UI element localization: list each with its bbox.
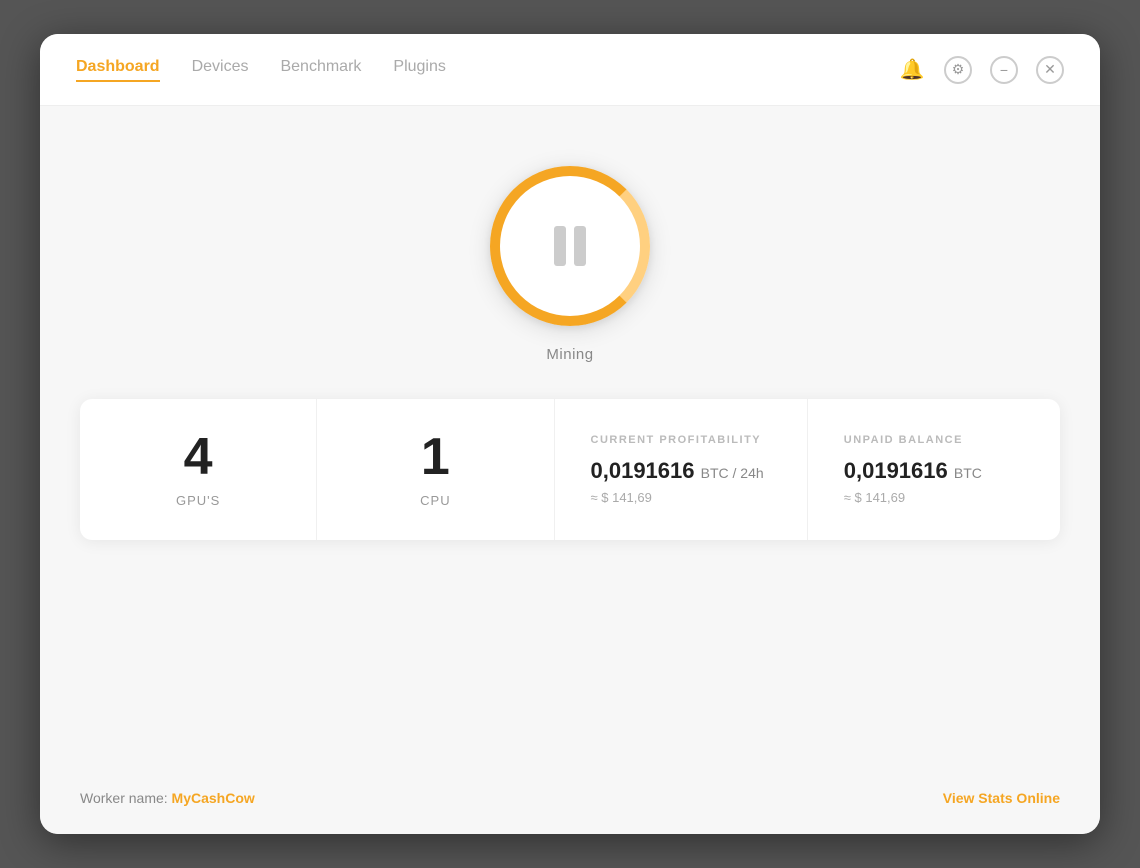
profitability-title: CURRENT PROFITABILITY: [591, 434, 762, 446]
balance-approx: ≈ $ 141,69: [844, 490, 905, 505]
header: Dashboard Devices Benchmark Plugins 🔔 ⚙ …: [40, 34, 1100, 106]
nav-dashboard[interactable]: Dashboard: [76, 58, 160, 82]
balance-value: 0,0191616 BTC: [844, 458, 982, 484]
mining-toggle-button[interactable]: [490, 166, 650, 326]
mining-ring: [490, 166, 650, 326]
stat-card-cpu: 1 CPU: [317, 399, 554, 540]
nav-benchmark[interactable]: Benchmark: [280, 58, 361, 82]
stats-row: 4 GPU'S 1 CPU CURRENT PROFITABILITY 0,01…: [80, 399, 1060, 540]
worker-name-label: Worker name: MyCashCow: [80, 790, 255, 806]
app-window: Dashboard Devices Benchmark Plugins 🔔 ⚙ …: [40, 34, 1100, 834]
balance-title: UNPAID BALANCE: [844, 434, 963, 446]
profitability-unit: BTC / 24h: [701, 465, 764, 481]
cpu-count: 1: [421, 431, 450, 483]
gpu-count: 4: [184, 431, 213, 483]
gpu-label: GPU'S: [176, 493, 220, 508]
view-stats-link[interactable]: View Stats Online: [943, 790, 1060, 806]
profitability-approx: ≈ $ 141,69: [591, 490, 652, 505]
minimize-icon[interactable]: −: [990, 56, 1018, 84]
header-actions: 🔔 ⚙ − ✕: [898, 56, 1064, 84]
notification-icon[interactable]: 🔔: [898, 56, 926, 84]
mining-button-container: Mining: [490, 166, 650, 363]
worker-name-value: MyCashCow: [172, 790, 255, 806]
main-nav: Dashboard Devices Benchmark Plugins: [76, 58, 446, 82]
mining-status-label: Mining: [546, 346, 593, 363]
settings-icon[interactable]: ⚙: [944, 56, 972, 84]
stat-card-balance: UNPAID BALANCE 0,0191616 BTC ≈ $ 141,69: [808, 399, 1060, 540]
stat-card-profitability: CURRENT PROFITABILITY 0,0191616 BTC / 24…: [555, 399, 808, 540]
cpu-label: CPU: [420, 493, 450, 508]
balance-unit: BTC: [954, 465, 982, 481]
stat-card-gpu: 4 GPU'S: [80, 399, 317, 540]
nav-plugins[interactable]: Plugins: [393, 58, 445, 82]
close-icon[interactable]: ✕: [1036, 56, 1064, 84]
profitability-value: 0,0191616 BTC / 24h: [591, 458, 764, 484]
footer: Worker name: MyCashCow View Stats Online: [40, 770, 1100, 834]
nav-devices[interactable]: Devices: [192, 58, 249, 82]
main-content: Mining 4 GPU'S 1 CPU CURRENT PROFITABILI…: [40, 106, 1100, 770]
